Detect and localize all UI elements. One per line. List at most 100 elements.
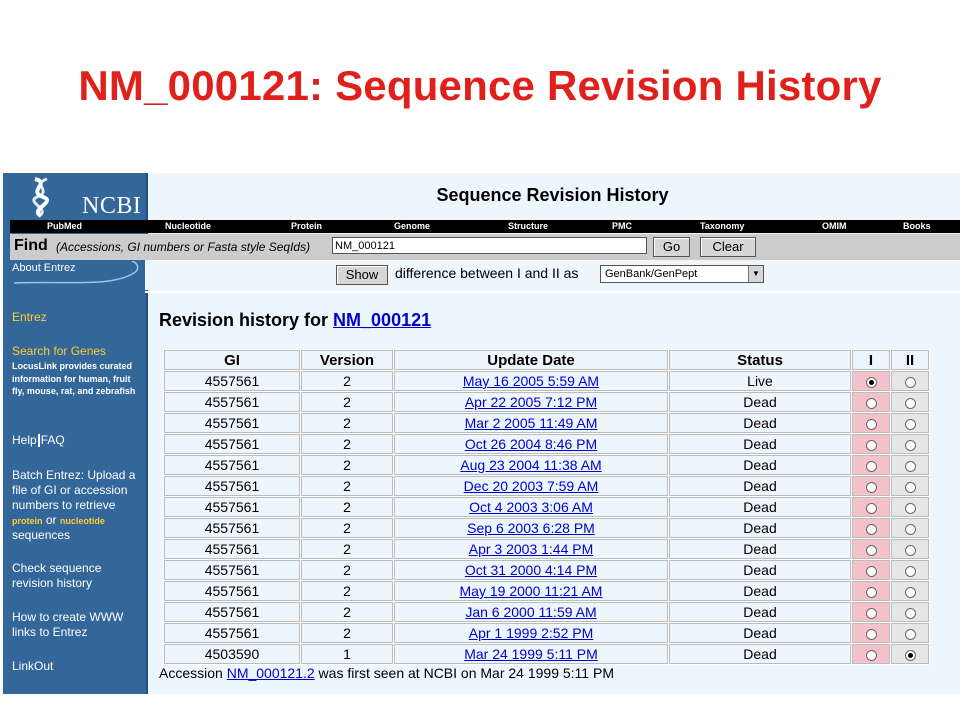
cell-select-i [852, 371, 890, 391]
cell-select-ii [891, 476, 929, 496]
cell-select-i [852, 392, 890, 412]
cell-gi: 4557561 [164, 623, 300, 643]
radio-i[interactable] [865, 565, 877, 577]
update-date-link[interactable]: Aug 23 2004 11:38 AM [460, 457, 601, 473]
sidebar-entrez[interactable]: Entrez [12, 310, 140, 325]
radio-ii[interactable] [904, 418, 916, 430]
update-date-link[interactable]: Mar 2 2005 11:49 AM [465, 415, 598, 431]
radio-i[interactable] [865, 544, 877, 556]
sidebar-help-faq: Help FAQ [12, 433, 140, 448]
update-date-link[interactable]: Apr 1 1999 2:52 PM [469, 625, 594, 641]
nav-nucleotide[interactable]: Nucleotide [165, 221, 211, 231]
cell-version: 2 [301, 518, 393, 538]
table-row: 4557561 2 Sep 6 2003 6:28 PM Dead [164, 518, 929, 538]
radio-i[interactable] [865, 628, 877, 640]
radio-i[interactable] [865, 397, 877, 409]
batch-protein[interactable]: protein [12, 516, 43, 526]
update-date-link[interactable]: Oct 4 2003 3:06 AM [469, 499, 593, 515]
diff-text: difference between I and II as [395, 265, 579, 281]
show-button[interactable]: Show [336, 265, 388, 285]
radio-i[interactable] [865, 418, 877, 430]
table-row: 4557561 2 Apr 1 1999 2:52 PM Dead [164, 623, 929, 643]
cell-select-ii [891, 455, 929, 475]
cell-select-ii [891, 392, 929, 412]
cell-select-ii [891, 602, 929, 622]
radio-ii[interactable] [904, 649, 916, 661]
radio-ii[interactable] [904, 565, 916, 577]
update-date-link[interactable]: Jan 6 2000 11:59 AM [465, 604, 596, 620]
table-row: 4557561 2 Oct 26 2004 8:46 PM Dead [164, 434, 929, 454]
table-row: 4557561 2 Aug 23 2004 11:38 AM Dead [164, 455, 929, 475]
nav-taxonomy[interactable]: Taxonomy [700, 221, 744, 231]
nav-protein[interactable]: Protein [291, 221, 322, 231]
radio-i[interactable] [865, 502, 877, 514]
sidebar-batch-entrez[interactable]: Batch Entrez: Upload a file of GI or acc… [12, 468, 140, 543]
sidebar-check-revision[interactable]: Check sequence revision history [12, 561, 140, 591]
radio-ii[interactable] [904, 586, 916, 598]
diff-bar: Show difference between I and II as GenB… [145, 260, 960, 290]
update-date-link[interactable]: Apr 3 2003 1:44 PM [469, 541, 594, 557]
radio-ii[interactable] [904, 439, 916, 451]
nav-omim[interactable]: OMIM [822, 221, 847, 231]
radio-i[interactable] [865, 481, 877, 493]
radio-i[interactable] [865, 460, 877, 472]
dropdown-arrow-icon[interactable]: ▼ [748, 266, 763, 282]
radio-i[interactable] [865, 523, 877, 535]
radio-ii[interactable] [904, 502, 916, 514]
cell-select-i [852, 560, 890, 580]
ncbi-logo[interactable]: NCBI [17, 175, 141, 219]
sidebar-help[interactable]: Help [12, 433, 37, 447]
cell-version: 2 [301, 581, 393, 601]
revision-table-body: 4557561 2 May 16 2005 5:59 AM Live 4557561 2 A… [164, 371, 929, 664]
cell-status: Dead [669, 560, 851, 580]
nav-structure[interactable]: Structure [508, 221, 548, 231]
nav-books[interactable]: Books [903, 221, 931, 231]
nav-genome[interactable]: Genome [394, 221, 430, 231]
batch-sequences: sequences [12, 528, 71, 542]
update-date-link[interactable]: Apr 22 2005 7:12 PM [465, 394, 597, 410]
cell-gi: 4557561 [164, 602, 300, 622]
update-date-link[interactable]: Oct 31 2000 4:14 PM [465, 562, 597, 578]
cell-gi: 4557561 [164, 497, 300, 517]
cell-update-date: Oct 26 2004 8:46 PM [394, 434, 668, 454]
sidebar-create-links[interactable]: How to create WWW links to Entrez [12, 610, 140, 640]
revision-accession-link[interactable]: NM_000121 [333, 310, 431, 330]
update-date-link[interactable]: May 19 2000 11:21 AM [460, 583, 603, 599]
radio-i[interactable] [865, 376, 877, 388]
sidebar-locuslink-desc: LocusLink provides curated information f… [12, 361, 136, 396]
radio-ii[interactable] [904, 544, 916, 556]
nav-pmc[interactable]: PMC [612, 221, 632, 231]
batch-nucleotide[interactable]: nucleotide [60, 516, 105, 526]
sidebar-search-genes[interactable]: Search for Genes [12, 344, 140, 359]
radio-i[interactable] [865, 586, 877, 598]
go-button[interactable]: Go [653, 237, 690, 257]
radio-ii[interactable] [904, 376, 916, 388]
update-date-link[interactable]: May 16 2005 5:59 AM [463, 373, 599, 389]
cell-select-i [852, 518, 890, 538]
radio-ii[interactable] [904, 397, 916, 409]
radio-ii[interactable] [904, 607, 916, 619]
radio-ii[interactable] [904, 460, 916, 472]
cell-update-date: Jan 6 2000 11:59 AM [394, 602, 668, 622]
radio-ii[interactable] [904, 481, 916, 493]
radio-ii[interactable] [904, 628, 916, 640]
radio-i[interactable] [865, 649, 877, 661]
update-date-link[interactable]: Mar 24 1999 5:11 PM [464, 646, 598, 662]
radio-ii[interactable] [904, 523, 916, 535]
radio-i[interactable] [865, 439, 877, 451]
footer-accession-link[interactable]: NM_000121.2 [227, 665, 315, 681]
update-date-link[interactable]: Oct 26 2004 8:46 PM [465, 436, 597, 452]
cell-status: Dead [669, 413, 851, 433]
nav-pubmed[interactable]: PubMed [47, 221, 82, 231]
find-input[interactable] [332, 237, 647, 254]
divider [145, 291, 960, 293]
sidebar-faq[interactable]: FAQ [41, 433, 65, 447]
cell-select-i [852, 602, 890, 622]
cell-select-ii [891, 371, 929, 391]
update-date-link[interactable]: Sep 6 2003 6:28 PM [467, 520, 595, 536]
sidebar-linkout[interactable]: LinkOut [12, 659, 140, 674]
format-select[interactable]: GenBank/GenPept ▼ [600, 265, 764, 283]
radio-i[interactable] [865, 607, 877, 619]
clear-button[interactable]: Clear [700, 237, 756, 257]
update-date-link[interactable]: Dec 20 2003 7:59 AM [464, 478, 599, 494]
